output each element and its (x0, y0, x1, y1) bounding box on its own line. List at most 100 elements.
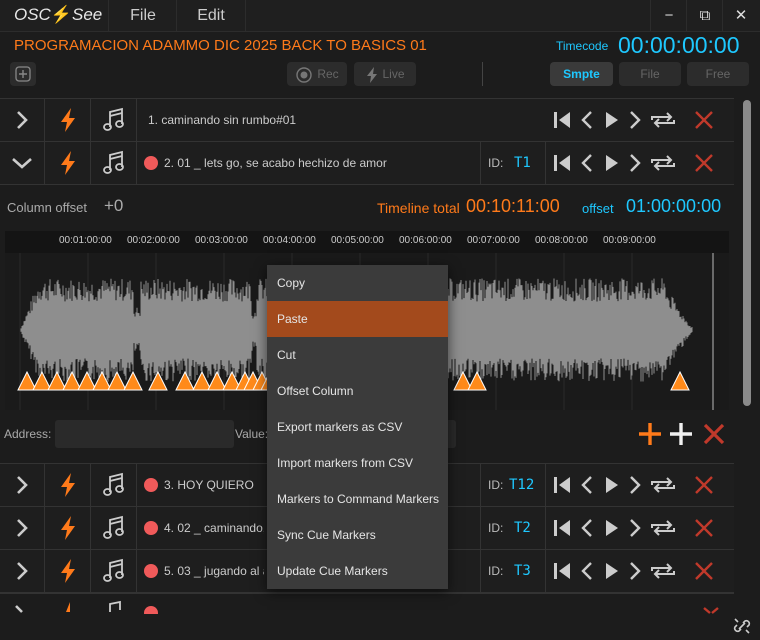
track-row-1[interactable]: 1. caminando sin rumbo#01 (0, 98, 734, 142)
delete-icon[interactable] (689, 517, 719, 539)
skip-start-icon[interactable] (551, 109, 573, 131)
step-back-icon[interactable] (577, 109, 597, 131)
play-icon[interactable] (601, 517, 621, 539)
audio-button[interactable] (91, 142, 137, 184)
music-note-icon (102, 107, 124, 131)
loop-icon[interactable] (649, 560, 677, 582)
step-back-icon[interactable] (577, 474, 597, 496)
live-button[interactable]: Live (354, 62, 416, 86)
loop-icon[interactable] (649, 109, 677, 131)
add-command-icon[interactable] (668, 421, 694, 447)
rec-button[interactable]: Rec (287, 62, 347, 86)
audio-button[interactable] (91, 550, 137, 592)
delete-icon[interactable] (689, 560, 719, 582)
expand-button[interactable] (0, 99, 45, 141)
menu-edit[interactable]: Edit (176, 0, 246, 31)
cue-marker[interactable] (123, 370, 143, 391)
add-marker-icon[interactable] (637, 421, 663, 447)
live-bolt-icon (367, 66, 378, 83)
step-forward-icon[interactable] (625, 517, 645, 539)
cue-marker[interactable] (32, 370, 52, 391)
menu-item-copy[interactable]: Copy (267, 265, 448, 301)
cue-marker[interactable] (77, 370, 97, 391)
delete-icon[interactable] (689, 474, 719, 496)
music-note-icon (102, 150, 124, 174)
address-input[interactable] (55, 420, 234, 448)
trigger-button[interactable] (45, 99, 91, 141)
partial-row-icons (15, 600, 719, 614)
file-mode-button[interactable]: File (619, 62, 681, 86)
menu-item-sync-cue[interactable]: Sync Cue Markers (267, 517, 448, 553)
track-label: 4. 02 _ caminando, (144, 507, 264, 549)
restore-button[interactable]: ⧉ (686, 0, 723, 31)
step-forward-icon[interactable] (625, 474, 645, 496)
expand-button[interactable] (0, 507, 45, 549)
track-label: 3. HOY QUIERO (144, 464, 264, 506)
link-broken-icon[interactable] (732, 616, 752, 636)
close-button[interactable]: ✕ (722, 0, 759, 31)
timeline-ruler[interactable]: 00:01:00:00 00:02:00:00 00:03:00:00 00:0… (5, 231, 729, 253)
step-forward-icon[interactable] (625, 109, 645, 131)
play-icon[interactable] (601, 474, 621, 496)
step-back-icon[interactable] (577, 560, 597, 582)
menu-item-offset-column[interactable]: Offset Column (267, 373, 448, 409)
cue-marker[interactable] (670, 370, 690, 391)
scrollbar-thumb[interactable] (743, 100, 751, 406)
app-logo: OSC⚡See (14, 5, 103, 24)
trigger-button[interactable] (45, 507, 91, 549)
chevron-down-icon (12, 158, 32, 169)
menu-item-export-csv[interactable]: Export markers as CSV (267, 409, 448, 445)
trigger-button[interactable] (45, 142, 91, 184)
ruler-tick: 00:06:00:00 (399, 235, 452, 246)
timecode-display: 00:00:00:00 (618, 32, 740, 58)
menu-item-import-csv[interactable]: Import markers from CSV (267, 445, 448, 481)
track-id: T1 (514, 155, 531, 171)
audio-button[interactable] (91, 464, 137, 506)
step-back-icon[interactable] (577, 517, 597, 539)
trigger-button[interactable] (45, 464, 91, 506)
offset-value[interactable]: 01:00:00:00 (626, 196, 721, 217)
delete-icon[interactable] (689, 109, 719, 131)
play-icon[interactable] (601, 152, 621, 174)
menu-file[interactable]: File (108, 0, 177, 31)
step-forward-icon[interactable] (625, 560, 645, 582)
play-icon[interactable] (601, 560, 621, 582)
step-forward-icon[interactable] (625, 152, 645, 174)
menu-item-command-markers[interactable]: Markers to Command Markers (267, 481, 448, 517)
minimize-button[interactable]: − (650, 0, 687, 31)
expand-button[interactable] (0, 464, 45, 506)
delete-icon[interactable] (689, 152, 719, 174)
track-row-2[interactable]: 2. 01 _ lets go, se acabo hechizo de amo… (0, 141, 734, 185)
skip-start-icon[interactable] (551, 517, 573, 539)
step-back-icon[interactable] (577, 152, 597, 174)
collapse-button[interactable] (0, 142, 45, 184)
cue-marker[interactable] (17, 370, 37, 391)
bolt-icon (60, 473, 75, 497)
loop-icon[interactable] (649, 474, 677, 496)
free-mode-button[interactable]: Free (687, 62, 749, 86)
trigger-button[interactable] (45, 550, 91, 592)
menu-item-cut[interactable]: Cut (267, 337, 448, 373)
skip-start-icon[interactable] (551, 474, 573, 496)
audio-button[interactable] (91, 99, 137, 141)
cue-marker[interactable] (107, 370, 127, 391)
skip-start-icon[interactable] (551, 560, 573, 582)
audio-button[interactable] (91, 507, 137, 549)
timeline-total-label: Timeline total (377, 200, 460, 216)
ruler-tick: 00:02:00:00 (127, 235, 180, 246)
track-row-6-partial[interactable] (0, 593, 734, 614)
loop-icon[interactable] (649, 152, 677, 174)
track-id: T3 (514, 563, 531, 579)
add-track-button[interactable] (10, 62, 36, 86)
skip-start-icon[interactable] (551, 152, 573, 174)
loop-icon[interactable] (649, 517, 677, 539)
smpte-mode-button[interactable]: Smpte (550, 62, 613, 86)
menu-item-paste[interactable]: Paste (267, 301, 448, 337)
cue-marker[interactable] (148, 370, 168, 391)
play-icon[interactable] (601, 109, 621, 131)
delete-marker-icon[interactable] (701, 421, 727, 447)
column-offset-value[interactable]: +0 (104, 196, 123, 216)
menu-item-update-cue[interactable]: Update Cue Markers (267, 553, 448, 589)
expand-button[interactable] (0, 550, 45, 592)
project-title: PROGRAMACION ADAMMO DIC 2025 BACK TO BAS… (14, 37, 427, 54)
